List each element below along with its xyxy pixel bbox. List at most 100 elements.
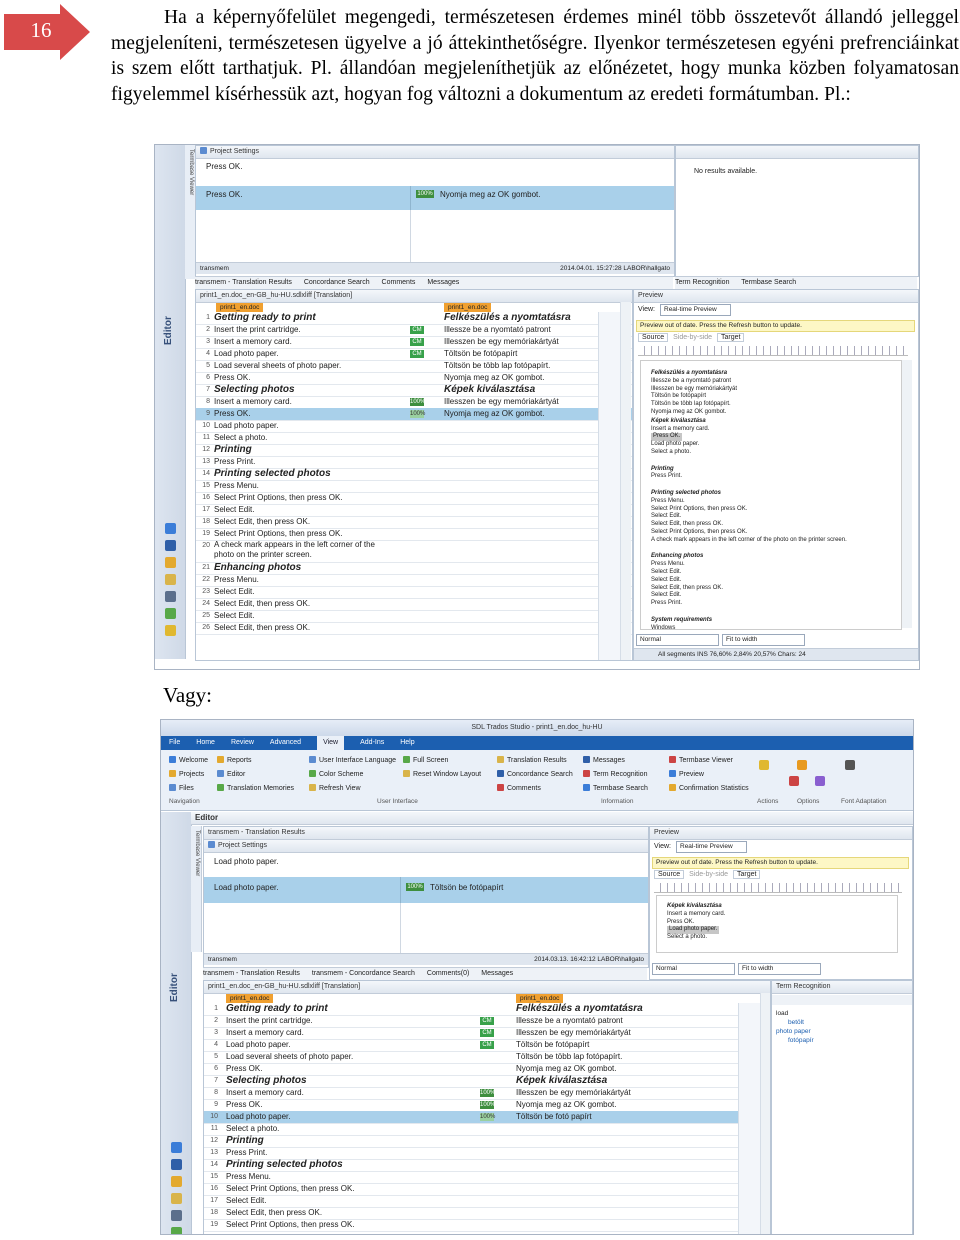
segment-source[interactable]: Select Print Options, then press OK. — [214, 492, 394, 504]
ribbon-action-icon[interactable] — [759, 760, 769, 770]
segment-source[interactable]: Select Edit, then press OK. — [226, 1207, 462, 1219]
menu-file[interactable]: File — [169, 736, 180, 750]
segment-target[interactable]: Töltsön be fotópapírt — [444, 348, 594, 360]
segment-source[interactable]: Load several sheets of photo paper. — [214, 360, 394, 372]
tab-comments[interactable]: Comments — [382, 279, 416, 286]
tab-concordance-search-2[interactable]: transmem - Concordance Search — [312, 970, 415, 977]
ribbon-button[interactable]: Editor — [217, 768, 294, 782]
project-settings-toolbar[interactable]: Project Settings — [196, 146, 674, 159]
menu-review[interactable]: Review — [231, 736, 254, 750]
tab-target-2[interactable]: Target — [733, 870, 761, 879]
menu-home[interactable]: Home — [196, 736, 215, 750]
menu-add-ins[interactable]: Add-Ins — [360, 736, 384, 750]
segment-target[interactable]: Töltsön be fotópapírt — [516, 1039, 732, 1051]
tab-concordance-search[interactable]: Concordance Search — [304, 279, 370, 286]
segment-target[interactable]: Illesszen be egy memóriakártyát — [444, 336, 594, 348]
tab-term-recognition[interactable]: Term Recognition — [675, 279, 729, 286]
ribbon-button[interactable]: Messages — [583, 754, 648, 768]
term-entry[interactable]: load — [776, 1009, 814, 1018]
segment-target[interactable]: Felkészülés a nyomtatásra — [444, 312, 594, 324]
term-entry[interactable]: fotópapír — [776, 1036, 814, 1045]
termbase-viewer-strip-2[interactable]: Termbase Viewer — [191, 826, 202, 952]
segment-source[interactable]: Printing — [214, 444, 394, 456]
segment-source[interactable]: Select Edit. — [214, 586, 394, 598]
segment-source[interactable]: Press OK. — [214, 408, 394, 420]
segment-source[interactable]: Insert a memory card. — [214, 396, 394, 408]
ribbon-button[interactable]: Welcome — [169, 754, 208, 768]
term-entry[interactable]: betölt — [776, 1018, 814, 1027]
segment-source[interactable]: Select Edit. — [226, 1195, 462, 1207]
tm-icon[interactable] — [171, 1227, 182, 1234]
segment-source[interactable]: Insert a memory card. — [226, 1027, 462, 1039]
segment-source[interactable]: Press Menu. — [226, 1171, 462, 1183]
segment-target[interactable]: Illesszen be egy memóriakártyát — [516, 1027, 732, 1039]
segment-source[interactable]: Press Print. — [214, 456, 394, 468]
ribbon-button[interactable]: Termbase Search — [583, 782, 648, 796]
segment-source[interactable]: Select Edit. — [214, 504, 394, 516]
ribbon-action-icon[interactable] — [797, 760, 807, 770]
segment-source[interactable]: Load photo paper. — [214, 348, 394, 360]
match-row[interactable]: Press OK. 100% Nyomja meg az OK gombot. — [196, 186, 674, 210]
results-tabs-2[interactable]: transmem - Translation Results transmem … — [203, 967, 647, 980]
termbase-icon[interactable] — [165, 625, 176, 636]
segment-source[interactable]: Select a photo. — [226, 1123, 462, 1135]
zoom-normal-dropdown[interactable]: Normal — [636, 634, 719, 646]
segment-source[interactable]: A check mark appears in the left corner … — [214, 540, 394, 560]
zoom-normal-dropdown-2[interactable]: Normal — [652, 963, 735, 975]
view-dropdown-2[interactable]: Real-time Preview — [676, 841, 747, 853]
ribbon-button[interactable]: Termbase Viewer — [669, 754, 749, 768]
segment-source[interactable]: Select Edit, then press OK. — [214, 516, 394, 528]
segment-row[interactable]: 20 A check mark appears in the left corne… — [196, 540, 632, 563]
segment-source[interactable]: Load several sheets of photo paper. — [226, 1051, 462, 1063]
tab-translation-results[interactable]: transmem - Translation Results — [195, 279, 292, 286]
tab-side-by-side-2[interactable]: Side-by-side — [686, 871, 731, 878]
termbase-toolbar[interactable] — [676, 146, 918, 159]
view-dropdown[interactable]: Real-time Preview — [660, 304, 731, 316]
tab-source[interactable]: Source — [638, 333, 669, 342]
segment-source[interactable]: Press OK. — [214, 372, 394, 384]
segment-target[interactable]: Töltsön be fotó papírt — [516, 1111, 732, 1123]
project-settings-toolbar-2[interactable]: Project Settings — [204, 840, 648, 853]
segment-source[interactable]: Press OK. — [226, 1099, 462, 1111]
ribbon-menu[interactable]: File Home Review Advanced View Add-Ins Help — [161, 736, 913, 750]
segment-source[interactable]: Select Print Options, then press OK. — [226, 1219, 462, 1231]
ribbon-button[interactable]: Preview — [669, 768, 749, 782]
projects-icon[interactable] — [171, 1159, 182, 1170]
match-row-2[interactable]: Load photo paper. 100% Töltsön be fotópa… — [204, 877, 648, 903]
ribbon-button[interactable]: Files — [169, 782, 208, 796]
segment-target[interactable]: Nyomja meg az OK gombot. — [444, 372, 594, 384]
segment-target[interactable]: Illessze be a nyomtató patront — [516, 1015, 732, 1027]
term-entry[interactable]: photo paper — [776, 1027, 814, 1036]
segment-target[interactable]: Illesszen be egy memóriakártyát — [516, 1087, 732, 1099]
zoom-fit-dropdown[interactable]: Fit to width — [722, 634, 805, 646]
tab-messages-2[interactable]: Messages — [481, 970, 513, 977]
segment-target[interactable]: Illessze be a nyomtató patront — [444, 324, 594, 336]
ribbon-button[interactable]: Projects — [169, 768, 208, 782]
segment-target[interactable]: Töltsön be több lap fotópapírt. — [444, 360, 594, 372]
ribbon-button[interactable]: Refresh View — [309, 782, 396, 796]
segment-source[interactable]: Printing selected photos — [214, 468, 394, 480]
segment-source[interactable]: Enhancing photos — [214, 562, 394, 574]
segment-source[interactable]: Select Edit, then press OK. — [214, 622, 394, 634]
ribbon-button[interactable]: Concordance Search — [497, 768, 573, 782]
segment-source[interactable]: Selecting photos — [214, 384, 394, 396]
tab-comments-2[interactable]: Comments(0) — [427, 970, 469, 977]
segment-source[interactable]: Insert a memory card. — [226, 1087, 462, 1099]
tab-termbase-search[interactable]: Termbase Search — [741, 279, 796, 286]
ribbon-button[interactable]: Full Screen — [403, 754, 481, 768]
editor-scrollbar-2[interactable] — [760, 993, 770, 1234]
segment-source[interactable]: Printing selected photos — [226, 1159, 462, 1171]
segment-source[interactable]: Select Edit, then press OK. — [214, 598, 394, 610]
segment-source[interactable]: Getting ready to print — [226, 1003, 462, 1015]
ribbon-action-icon[interactable] — [789, 776, 799, 786]
editor-scrollbar[interactable] — [620, 302, 631, 660]
segment-source[interactable]: Load photo paper. — [214, 420, 394, 432]
segment-source[interactable]: Load photo paper. — [226, 1039, 462, 1051]
results-tabs[interactable]: transmem - Translation Results Concordan… — [195, 276, 673, 289]
menu-view[interactable]: View — [317, 736, 345, 750]
tab-source-2[interactable]: Source — [654, 870, 685, 879]
segment-source[interactable]: Printing — [226, 1135, 462, 1147]
files-icon[interactable] — [171, 1176, 182, 1187]
reports-icon[interactable] — [171, 1193, 182, 1204]
preview-tabs-2[interactable]: Source Side-by-side Target — [654, 870, 761, 879]
